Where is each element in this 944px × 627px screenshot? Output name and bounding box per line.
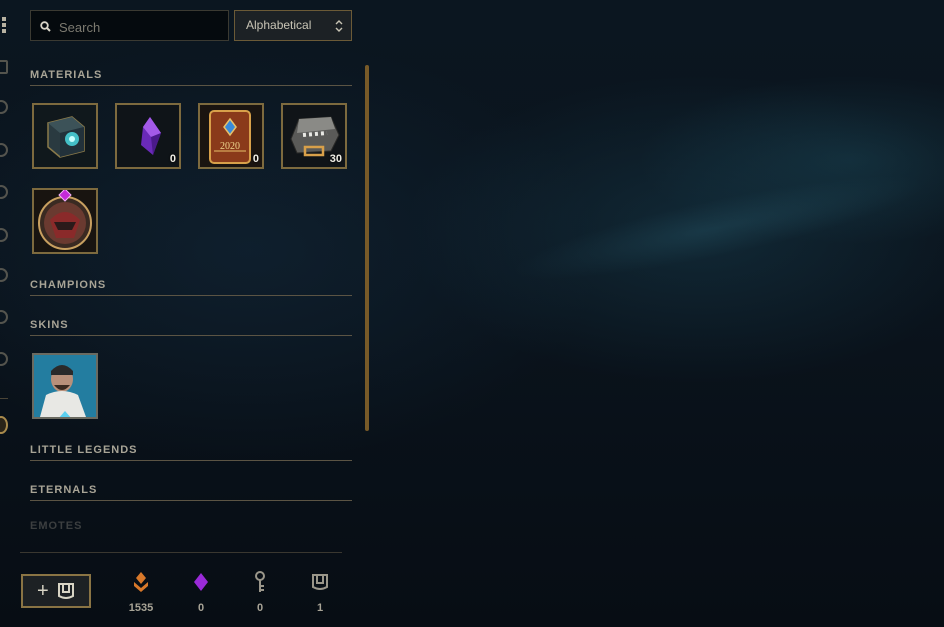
loot-item-skin-shard[interactable] (32, 353, 98, 419)
loot-window: Alphabetical MATERIALS (0, 0, 944, 627)
sort-dropdown[interactable]: Alphabetical (234, 10, 352, 41)
key-fragment-icon (255, 571, 265, 592)
sort-selected-label: Alphabetical (246, 18, 312, 32)
menu-dots-icon[interactable] (2, 17, 6, 33)
nav-champions-icon[interactable] (0, 100, 8, 114)
section-little-legends[interactable]: LITTLE LEGENDS (30, 440, 352, 461)
left-nav-rail (0, 0, 14, 627)
nav-emotes-icon[interactable] (0, 185, 8, 199)
loot-item-gemstone[interactable]: 0 (115, 103, 181, 169)
rarity-triangle-icon (59, 411, 71, 417)
loot-item-champion-orb[interactable] (32, 188, 98, 254)
nav-wards-icon[interactable] (0, 228, 8, 242)
section-emotes-partial[interactable]: EMOTES (30, 520, 352, 538)
currency-value: 1 (316, 602, 324, 614)
background-smoke (347, 89, 944, 391)
chest-icon (58, 583, 74, 599)
section-materials[interactable]: MATERIALS (30, 65, 352, 86)
currency-value: 1535 (128, 602, 154, 614)
loot-item-event-pass[interactable]: 2020 0 (198, 103, 264, 169)
search-input[interactable] (57, 15, 226, 39)
event-pass-year: 2020 (220, 141, 240, 152)
hextech-chest-icon (34, 105, 96, 167)
section-eternals[interactable]: ETERNALS (30, 480, 352, 501)
item-count: 30 (329, 153, 342, 165)
plus-label: + (37, 580, 49, 602)
nav-collection-icon[interactable] (0, 60, 8, 74)
nav-runes-icon[interactable] (0, 310, 8, 324)
currency-value: 0 (256, 602, 264, 614)
currency-chests: 1 (290, 570, 350, 614)
section-title: MATERIALS (30, 69, 103, 81)
section-title: CHAMPIONS (30, 279, 107, 291)
mythic-essence-icon (194, 573, 208, 591)
craft-key-button[interactable]: + (21, 574, 91, 608)
loot-list: MATERIALS 0 2020 0 30 CHAMPIONS SKINS LI… (30, 60, 352, 538)
section-title: ETERNALS (30, 484, 98, 496)
list-scrollbar[interactable] (365, 65, 369, 431)
currency-key-fragments: 0 (230, 570, 290, 614)
nav-separator (0, 398, 8, 399)
up-down-chevron-icon (335, 20, 343, 32)
section-champions[interactable]: CHAMPIONS (30, 275, 352, 296)
loot-item-hextech-chest[interactable] (32, 103, 98, 169)
search-box (30, 10, 229, 41)
nav-loot-icon[interactable] (0, 416, 8, 434)
champion-orb-icon (34, 190, 96, 252)
footer-divider (20, 552, 342, 553)
section-title: SKINS (30, 319, 69, 331)
nav-skins-icon[interactable] (0, 143, 8, 157)
nav-icons-icon[interactable] (0, 268, 8, 282)
search-icon (40, 21, 51, 32)
item-count: 0 (169, 153, 176, 165)
currency-value: 0 (197, 602, 205, 614)
skin-shard-icon (34, 355, 96, 417)
orange-essence-icon (134, 572, 148, 592)
section-title: LITTLE LEGENDS (30, 444, 138, 456)
nav-spells-icon[interactable] (0, 352, 8, 366)
section-skins[interactable]: SKINS (30, 315, 352, 336)
chest-icon (312, 574, 328, 590)
loot-item-key-fragment-chest[interactable]: 30 (281, 103, 347, 169)
currency-orange-essence: 1535 (111, 570, 171, 614)
item-count: 0 (252, 153, 259, 165)
currency-mythic-essence: 0 (171, 570, 231, 614)
